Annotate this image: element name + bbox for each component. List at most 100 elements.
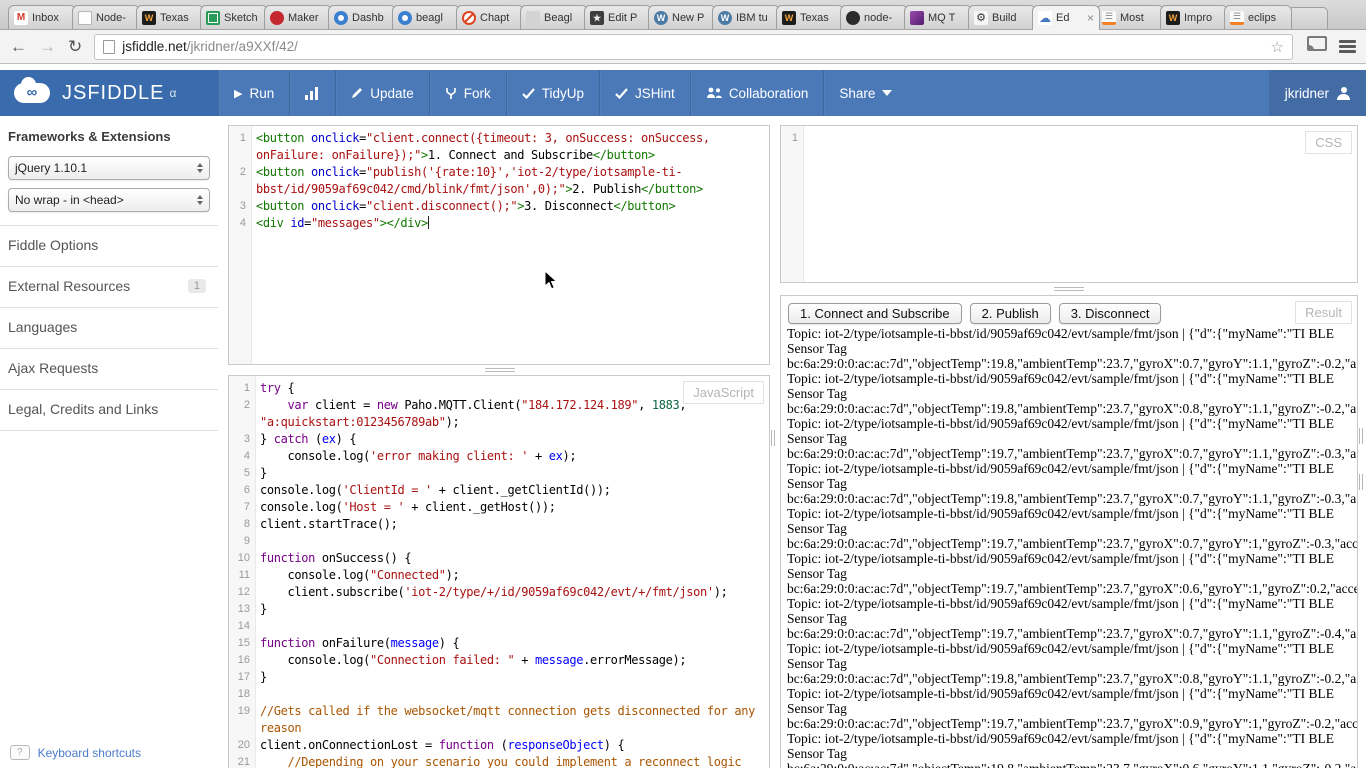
result-panel-label: Result [1295, 301, 1352, 324]
url-host: jsfiddle.net [122, 39, 187, 54]
bee-icon [974, 11, 988, 25]
tab-label: Maker [288, 12, 326, 24]
sidebar-item-external-resources[interactable]: External Resources 1 [0, 267, 218, 294]
browser-tab[interactable]: beagl [392, 5, 460, 29]
message-line: bc:6a:29:0:0:ac:ac:7d","objectTemp":19.7… [787, 536, 1357, 551]
forward-icon[interactable]: → [39, 38, 56, 55]
horizontal-resize-handle[interactable] [485, 368, 515, 373]
browser-tab[interactable]: Build [968, 5, 1036, 29]
browser-tab[interactable]: Dashb [328, 5, 396, 29]
tab-label: node- [864, 12, 902, 24]
publish-button[interactable]: 2. Publish [970, 303, 1051, 324]
code-line: 7console.log('Host = ' + client._getHost… [229, 499, 769, 516]
sidebar-item-legal[interactable]: Legal, Credits and Links [0, 390, 218, 417]
tab-label: Edit P [608, 12, 646, 24]
code-line: 4<div id="messages"></div> [229, 215, 769, 232]
cast-icon[interactable] [1307, 36, 1327, 57]
code-line: 16 console.log("Connection failed: " + m… [229, 652, 769, 669]
jsfiddle-logo[interactable]: JSFIDDLE α [0, 70, 218, 116]
browser-tab[interactable]: node- [840, 5, 908, 29]
back-icon[interactable]: ← [10, 38, 27, 55]
update-button[interactable]: Update [335, 70, 429, 116]
message-line: Sensor Tag [787, 746, 1357, 761]
message-line: bc:6a:29:0:0:ac:ac:7d","objectTemp":19.8… [787, 491, 1357, 506]
browser-tab[interactable]: eclips [1224, 5, 1292, 29]
browser-tab[interactable]: Edit P [584, 5, 652, 29]
user-menu[interactable]: jkridner [1269, 70, 1366, 116]
message-line: bc:6a:29:0:0:ac:ac:7d","objectTemp":19.7… [787, 626, 1357, 641]
dw-icon [142, 11, 156, 25]
browser-tab[interactable]: IBM tu [712, 5, 780, 29]
browser-tab[interactable]: MQ T [904, 5, 972, 29]
bookmark-star-icon[interactable]: ☆ [1271, 38, 1284, 56]
code-line: 4 console.log('error making client: ' + … [229, 448, 769, 465]
js-editor-panel[interactable]: JavaScript 1try {2 var client = new Paho… [228, 375, 770, 768]
browser-tab[interactable]: New P [648, 5, 716, 29]
browser-tab[interactable]: Sketch [200, 5, 268, 29]
frameworks-heading: Frameworks & Extensions [0, 117, 218, 148]
tab-label: Impro [1184, 12, 1222, 24]
browser-tab[interactable]: Chapt [456, 5, 524, 29]
sidebar-item-label: External Resources [8, 278, 130, 294]
tab-label: Ed [1056, 12, 1085, 24]
vertical-resize-handle[interactable] [1359, 474, 1366, 490]
wordpress-icon [654, 11, 668, 25]
share-button[interactable]: Share [823, 70, 907, 116]
chevron-down-icon [882, 90, 892, 96]
browser-tab[interactable]: Ed× [1032, 5, 1100, 30]
menu-icon[interactable] [1339, 38, 1356, 55]
fork-button[interactable]: Fork [429, 70, 506, 116]
paho-icon [910, 11, 924, 25]
connect-subscribe-button[interactable]: 1. Connect and Subscribe [788, 303, 962, 324]
sidebar: Frameworks & Extensions jQuery 1.10.1 No… [0, 117, 218, 768]
browser-tab[interactable]: Inbox [8, 5, 76, 29]
browser-tab[interactable]: Most [1096, 5, 1164, 29]
browser-tab[interactable]: Maker [264, 5, 332, 29]
framework-select[interactable]: jQuery 1.10.1 [8, 156, 210, 180]
tab-close-icon[interactable]: × [1087, 13, 1094, 23]
wrap-select[interactable]: No wrap - in <head> [8, 188, 210, 212]
javascript-panel-label: JavaScript [683, 381, 764, 404]
new-tab-stub[interactable] [1288, 7, 1328, 29]
url-bar[interactable]: jsfiddle.net /jkridner/a9XXf/42/ ☆ [94, 34, 1293, 60]
browser-tab[interactable]: Impro [1160, 5, 1228, 29]
tab-label: Build [992, 12, 1030, 24]
tab-label: New P [672, 12, 710, 24]
run-button[interactable]: ▶ Run [218, 70, 289, 116]
horizontal-resize-handle[interactable] [1054, 287, 1084, 292]
check-icon [615, 88, 628, 99]
username: jkridner [1285, 86, 1329, 101]
bar-chart-icon [305, 87, 320, 100]
select-arrows-icon [197, 195, 203, 205]
refresh-icon[interactable]: ↻ [68, 38, 82, 55]
keyboard-shortcuts-link[interactable]: ? Keyboard shortcuts [10, 745, 141, 760]
tab-label: Beagl [544, 12, 582, 24]
tidyup-button[interactable]: TidyUp [506, 70, 599, 116]
disconnect-button[interactable]: 3. Disconnect [1059, 303, 1162, 324]
sidebar-item-fiddle-options[interactable]: Fiddle Options [0, 226, 218, 253]
browser-tab[interactable]: Texas [136, 5, 204, 29]
collaboration-button[interactable]: Collaboration [690, 70, 824, 116]
html-editor-panel[interactable]: 1<button onclick="client.connect({timeou… [228, 125, 770, 365]
run-label: Run [249, 86, 274, 101]
sidebar-item-ajax-requests[interactable]: Ajax Requests [0, 349, 218, 376]
sidebar-item-languages[interactable]: Languages [0, 308, 218, 335]
code-line: 21 //Depending on your scenario you coul… [229, 754, 769, 768]
vertical-resize-handle[interactable] [1359, 428, 1366, 444]
css-editor-panel[interactable]: CSS 1 [780, 125, 1358, 283]
jshint-button[interactable]: JSHint [599, 70, 690, 116]
jshint-label: JSHint [635, 86, 675, 101]
browser-tab[interactable]: Beagl [520, 5, 588, 29]
tab-label: Most [1120, 12, 1158, 24]
no-sign-icon [462, 11, 476, 25]
jsfiddle-icon [1038, 11, 1052, 25]
browser-tab[interactable]: Node- [72, 5, 140, 29]
message-line: Topic: iot-2/type/iotsample-ti-bbst/id/9… [787, 731, 1357, 746]
code-line: 15function onFailure(message) { [229, 635, 769, 652]
message-line: Sensor Tag [787, 656, 1357, 671]
vertical-resize-handle[interactable] [771, 430, 778, 446]
stats-button[interactable] [289, 70, 335, 116]
code-line: 12 client.subscribe('iot-2/type/+/id/905… [229, 584, 769, 601]
browser-tab[interactable]: Texas [776, 5, 844, 29]
star-dark-icon [590, 11, 604, 25]
